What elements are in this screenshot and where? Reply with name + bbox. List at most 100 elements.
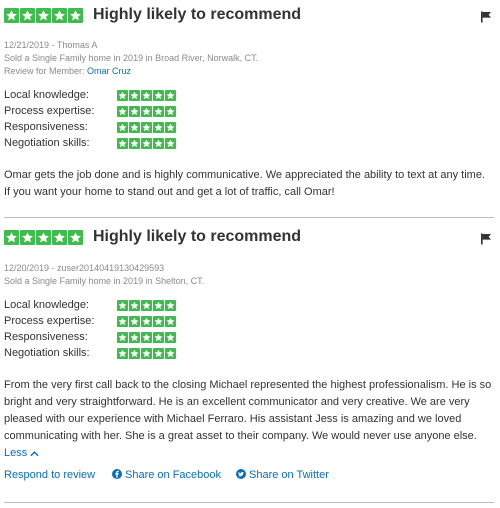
star-icon (153, 122, 164, 133)
skill-label: Process expertise: (4, 105, 95, 117)
review-divider (4, 217, 494, 218)
star-icon (165, 122, 176, 133)
star-icon (141, 348, 152, 359)
star-icon (68, 8, 83, 23)
star-icon (36, 230, 51, 245)
less-label: Less (4, 447, 28, 459)
star-icon (117, 316, 128, 327)
skill-label: Local knowledge: (4, 89, 90, 101)
share-facebook-link[interactable]: Share on Facebook (112, 469, 221, 481)
skill-ratings: Local knowledge: Process expertise: Resp… (4, 88, 304, 152)
overall-rating-stars (4, 8, 83, 23)
review-card: Highly likely to recommend 12/21/2019 - … (4, 0, 494, 219)
skill-label: Local knowledge: (4, 299, 90, 311)
star-icon (129, 138, 140, 149)
review-divider (4, 502, 494, 503)
star-icon (117, 122, 128, 133)
star-icon (165, 332, 176, 343)
star-icon (129, 332, 140, 343)
skill-stars (117, 138, 176, 149)
star-icon (153, 316, 164, 327)
star-icon (52, 230, 67, 245)
star-icon (165, 138, 176, 149)
star-icon (20, 8, 35, 23)
review-date-author: 12/21/2019 - Thomas A (4, 40, 98, 50)
star-icon (117, 332, 128, 343)
skill-row: Local knowledge: (4, 298, 304, 314)
skill-stars (117, 122, 176, 133)
review-member: Review for Member: Omar Cruz (4, 66, 131, 76)
member-prefix: Review for Member: (4, 66, 88, 76)
star-icon (52, 8, 67, 23)
review-text: Omar gets the job done and is highly com… (4, 169, 485, 198)
star-icon (129, 90, 140, 101)
star-icon (129, 106, 140, 117)
review-transaction: Sold a Single Family home in 2019 in Bro… (4, 53, 259, 63)
star-icon (165, 316, 176, 327)
star-icon (141, 90, 152, 101)
skill-stars (117, 106, 176, 117)
star-icon (153, 138, 164, 149)
skill-label: Negotiation skills: (4, 347, 90, 359)
star-icon (153, 90, 164, 101)
star-icon (165, 300, 176, 311)
star-icon (117, 138, 128, 149)
star-icon (141, 106, 152, 117)
skill-stars (117, 90, 176, 101)
star-icon (153, 332, 164, 343)
star-icon (129, 316, 140, 327)
star-icon (129, 348, 140, 359)
star-icon (117, 348, 128, 359)
review-header: Highly likely to recommend (4, 6, 492, 28)
skill-label: Responsiveness: (4, 331, 88, 343)
review-header: Highly likely to recommend (4, 228, 492, 250)
star-icon (165, 348, 176, 359)
star-icon (141, 122, 152, 133)
skill-row: Responsiveness: (4, 120, 304, 136)
flag-icon[interactable] (480, 11, 492, 23)
twitter-icon (236, 469, 246, 479)
star-icon (117, 90, 128, 101)
skill-row: Local knowledge: (4, 88, 304, 104)
skill-stars (117, 300, 176, 311)
review-card: Highly likely to recommend 12/20/2019 - … (4, 222, 494, 508)
star-icon (117, 106, 128, 117)
star-icon (129, 122, 140, 133)
review-text: From the very first call back to the clo… (4, 379, 492, 442)
skill-label: Responsiveness: (4, 121, 88, 133)
star-icon (153, 106, 164, 117)
respond-to-review-link[interactable]: Respond to review (4, 469, 95, 481)
skill-row: Process expertise: (4, 104, 304, 120)
member-link[interactable]: Omar Cruz (87, 66, 131, 76)
share-twitter-link[interactable]: Share on Twitter (236, 469, 329, 481)
star-icon (141, 316, 152, 327)
review-title: Highly likely to recommend (93, 6, 302, 23)
less-link[interactable]: Less (4, 447, 39, 459)
skill-ratings: Local knowledge: Process expertise: Resp… (4, 298, 304, 362)
flag-icon[interactable] (480, 233, 492, 245)
star-icon (68, 230, 83, 245)
star-icon (153, 348, 164, 359)
share-twitter-label: Share on Twitter (249, 469, 329, 481)
star-icon (4, 8, 19, 23)
skill-stars (117, 332, 176, 343)
star-icon (165, 106, 176, 117)
overall-rating-stars (4, 230, 83, 245)
skill-row: Responsiveness: (4, 330, 304, 346)
star-icon (165, 90, 176, 101)
star-icon (36, 8, 51, 23)
review-date-author: 12/20/2019 - zuser20140419130429593 (4, 263, 165, 273)
star-icon (20, 230, 35, 245)
star-icon (141, 300, 152, 311)
skill-row: Process expertise: (4, 314, 304, 330)
share-facebook-label: Share on Facebook (125, 469, 222, 481)
skill-row: Negotiation skills: (4, 346, 304, 362)
star-icon (129, 300, 140, 311)
chevron-up-icon (30, 450, 39, 456)
review-title: Highly likely to recommend (93, 228, 302, 245)
star-icon (153, 300, 164, 311)
skill-row: Negotiation skills: (4, 136, 304, 152)
review-transaction: Sold a Single Family home in 2019 in She… (4, 276, 205, 286)
skill-label: Process expertise: (4, 315, 95, 327)
facebook-icon (112, 469, 122, 479)
